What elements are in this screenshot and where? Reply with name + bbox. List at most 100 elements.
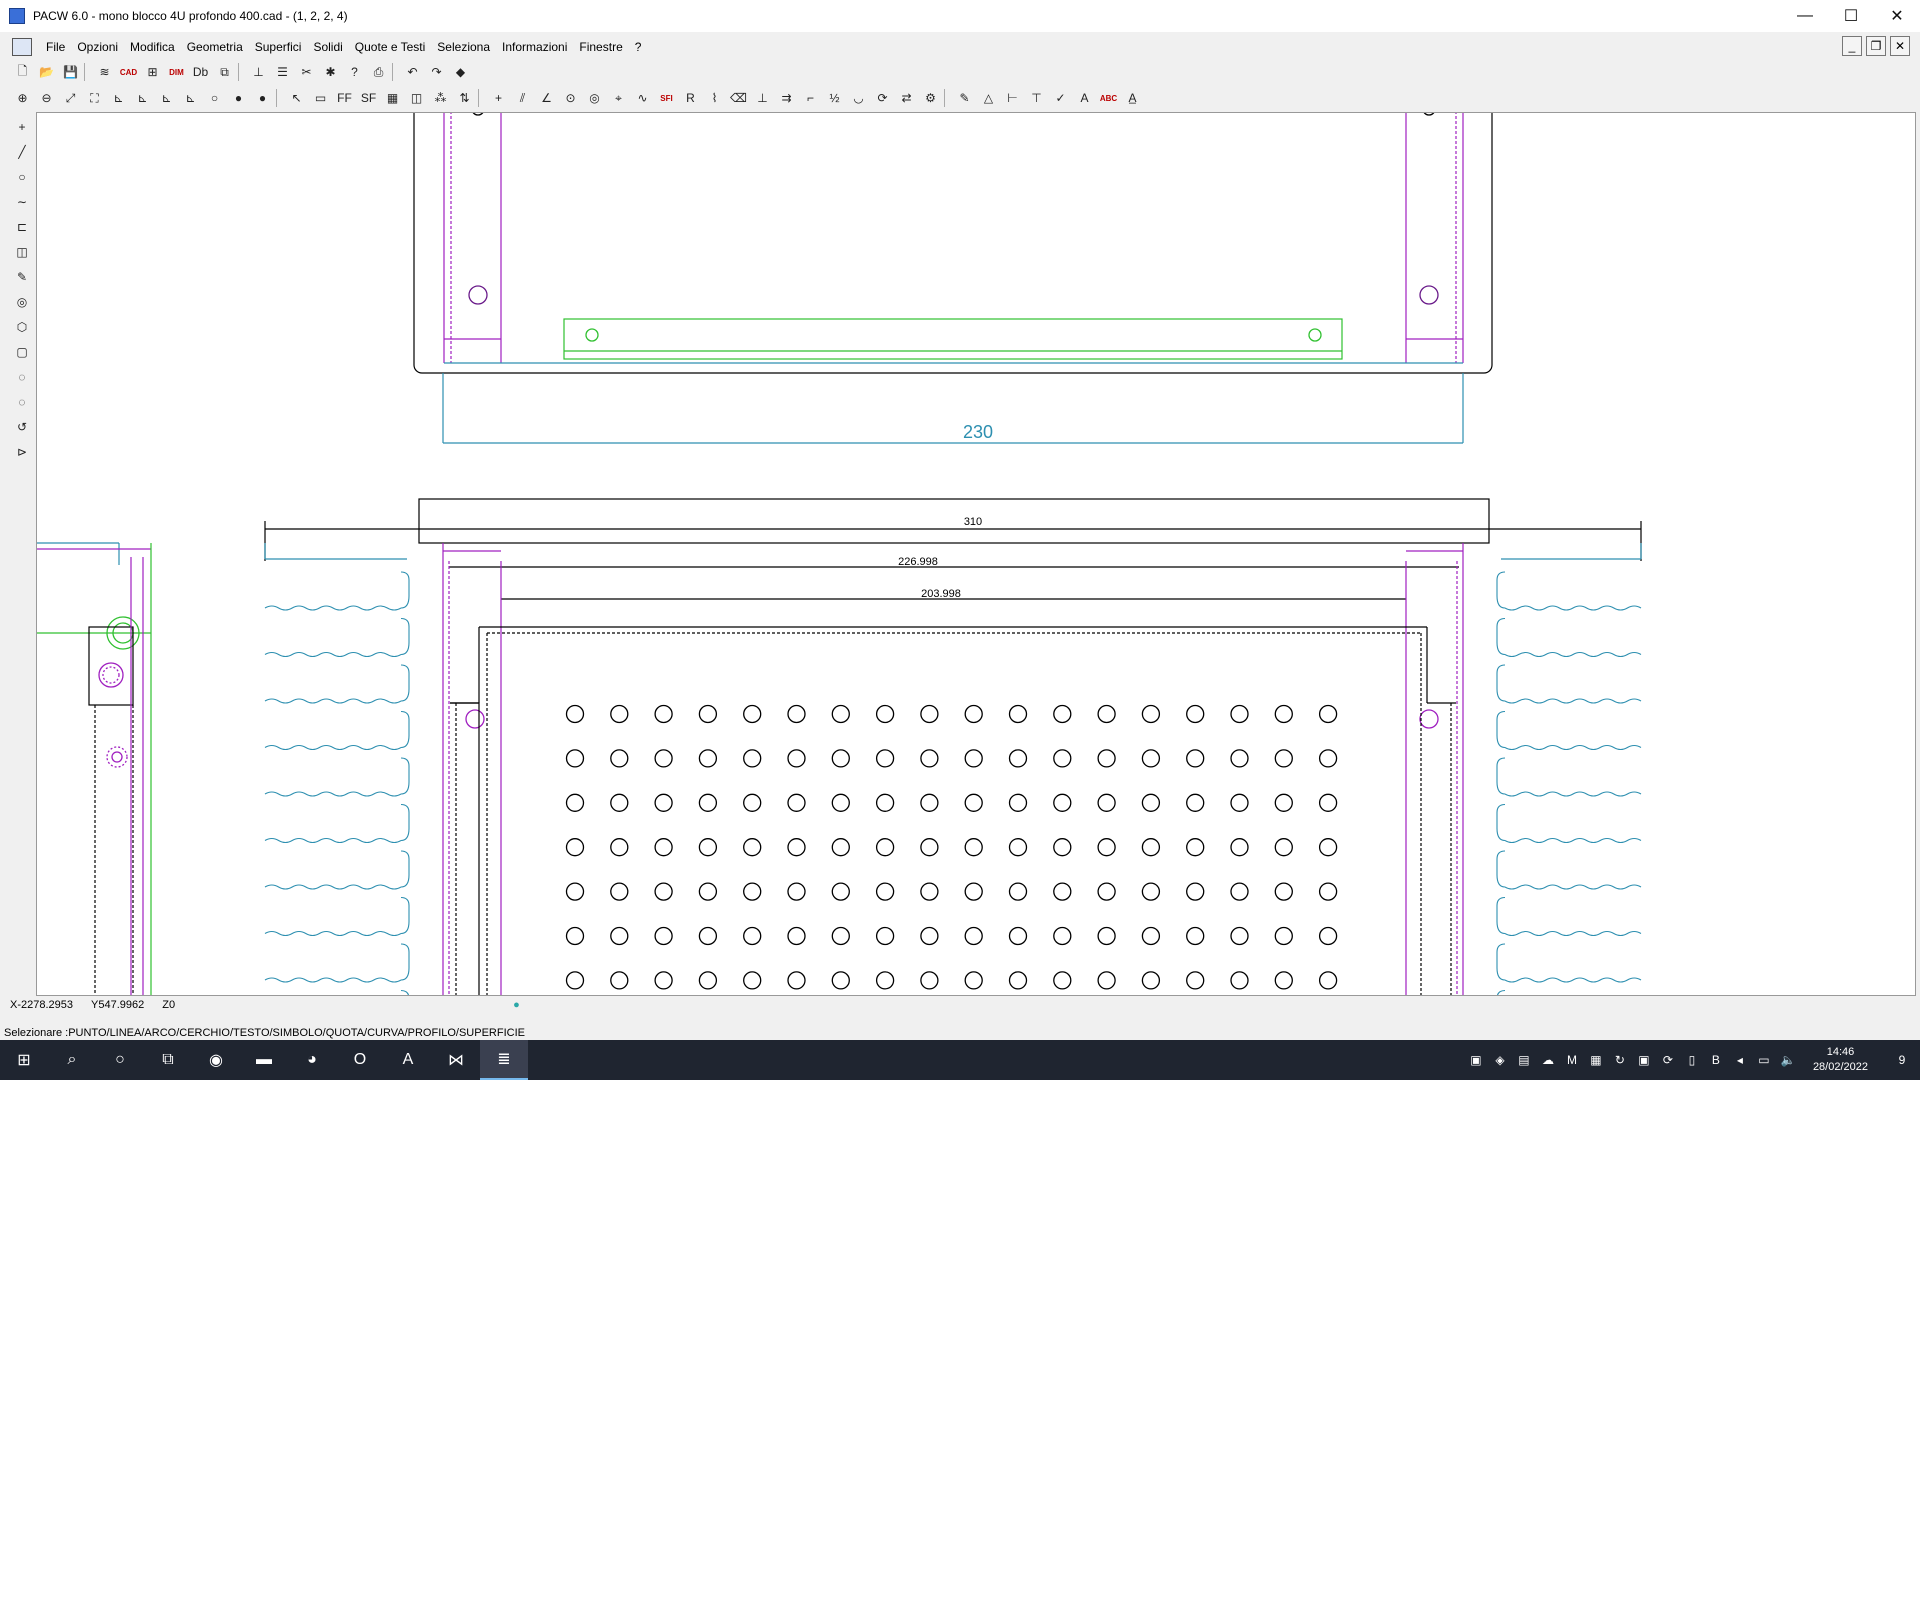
filter-select-icon[interactable]: ⊳: [11, 441, 33, 462]
tray-icon-12[interactable]: ▭: [1755, 1051, 1773, 1069]
drawing-canvas[interactable]: 230 310 226.998 203.998: [36, 112, 1916, 996]
tray-icon-13[interactable]: 🔈: [1779, 1051, 1797, 1069]
axis-icon[interactable]: ⊥: [248, 62, 269, 83]
dim-v-icon[interactable]: ⊤: [1026, 88, 1047, 109]
select-icon[interactable]: ↖: [286, 88, 307, 109]
pen-icon[interactable]: ✎: [954, 88, 975, 109]
view-y-icon[interactable]: ⊾: [132, 88, 153, 109]
sf-icon[interactable]: SF: [358, 88, 379, 109]
firefox-icon[interactable]: ◕: [288, 1040, 336, 1080]
parallel-icon[interactable]: ⫽: [512, 88, 533, 109]
offset-icon[interactable]: ⇉: [776, 88, 797, 109]
edit-text-icon[interactable]: A̲: [1122, 88, 1143, 109]
ff-icon[interactable]: FF: [334, 88, 355, 109]
erase-icon[interactable]: ⌫: [728, 88, 749, 109]
abc-icon[interactable]: ABC: [1098, 88, 1119, 109]
menu-informazioni[interactable]: Informazioni: [496, 40, 573, 54]
dim-icon[interactable]: DIM: [166, 62, 187, 83]
new-icon[interactable]: 🗋: [12, 62, 33, 83]
redo-icon[interactable]: ↷: [426, 62, 447, 83]
mirror-icon[interactable]: ⇄: [896, 88, 917, 109]
mdi-minimize-button[interactable]: _: [1842, 36, 1862, 56]
red-tool-icon[interactable]: ◌: [11, 366, 33, 387]
menu-file[interactable]: File: [40, 40, 71, 54]
tray-icon-10[interactable]: B: [1707, 1051, 1725, 1069]
pencil-tool-icon[interactable]: ✎: [11, 266, 33, 287]
tray-icon-0[interactable]: ▣: [1467, 1051, 1485, 1069]
view-iso-icon[interactable]: ⊾: [180, 88, 201, 109]
circle-tan-icon[interactable]: ◎: [584, 88, 605, 109]
clock[interactable]: 14:46 28/02/2022: [1813, 1045, 1868, 1075]
pacw-icon[interactable]: ≣: [480, 1040, 528, 1080]
tray-icon-1[interactable]: ◈: [1491, 1051, 1509, 1069]
cut-icon[interactable]: ✂: [296, 62, 317, 83]
minimize-button[interactable]: —: [1782, 0, 1828, 32]
menu-modifica[interactable]: Modifica: [124, 40, 181, 54]
autocad-icon[interactable]: A: [384, 1040, 432, 1080]
menu-solidi[interactable]: Solidi: [307, 40, 348, 54]
list-icon[interactable]: ☰: [272, 62, 293, 83]
start-icon[interactable]: ⊞: [0, 1040, 48, 1080]
explode-icon[interactable]: ✱: [320, 62, 341, 83]
document-icon[interactable]: [12, 38, 32, 56]
app-icon[interactable]: [9, 8, 25, 24]
print-icon[interactable]: ⎙: [368, 62, 389, 83]
app-green-icon[interactable]: ⋈: [432, 1040, 480, 1080]
box-icon[interactable]: ◫: [406, 88, 427, 109]
edge-icon[interactable]: ◉: [192, 1040, 240, 1080]
tray-icon-3[interactable]: ☁: [1539, 1051, 1557, 1069]
curve-icon[interactable]: ∿: [632, 88, 653, 109]
cortana-icon[interactable]: ○: [96, 1040, 144, 1080]
angle-icon[interactable]: ∠: [536, 88, 557, 109]
sort-icon[interactable]: ⇅: [454, 88, 475, 109]
shade-icon[interactable]: ●: [228, 88, 249, 109]
menu-help[interactable]: ?: [629, 40, 648, 54]
tray-icon-4[interactable]: M: [1563, 1051, 1581, 1069]
tools-icon[interactable]: ⚙: [920, 88, 941, 109]
mdi-restore-button[interactable]: ❐: [1866, 36, 1886, 56]
cad-icon[interactable]: CAD: [118, 62, 139, 83]
text-icon[interactable]: A: [1074, 88, 1095, 109]
symbol-tool-icon[interactable]: ◎: [11, 291, 33, 312]
close-button[interactable]: ✕: [1874, 0, 1920, 32]
zoom-in-icon[interactable]: ⊕: [12, 88, 33, 109]
undo-icon[interactable]: ↶: [402, 62, 423, 83]
align-icon[interactable]: ⊥: [752, 88, 773, 109]
tray-icon-8[interactable]: ⟳: [1659, 1051, 1677, 1069]
line-tool-icon[interactable]: ╱: [11, 141, 33, 162]
tray-icon-7[interactable]: ▣: [1635, 1051, 1653, 1069]
save-icon[interactable]: 💾: [60, 62, 81, 83]
view-x-icon[interactable]: ⊾: [108, 88, 129, 109]
book-icon[interactable]: ◆: [450, 62, 471, 83]
maximize-button[interactable]: ☐: [1828, 0, 1874, 32]
zoom-all-icon[interactable]: ⛶: [84, 88, 105, 109]
menu-superfici[interactable]: Superfici: [249, 40, 308, 54]
outlook-icon[interactable]: O: [336, 1040, 384, 1080]
tray-icon-11[interactable]: ◂: [1731, 1051, 1749, 1069]
zoom-out-icon[interactable]: ⊖: [36, 88, 57, 109]
render-icon[interactable]: ●: [252, 88, 273, 109]
chamfer-icon[interactable]: ⌐: [800, 88, 821, 109]
tray-icon-9[interactable]: ▯: [1683, 1051, 1701, 1069]
db-icon[interactable]: Db: [190, 62, 211, 83]
dim-h-icon[interactable]: ⊢: [1002, 88, 1023, 109]
measure-icon[interactable]: ⊞: [142, 62, 163, 83]
point-tool-icon[interactable]: +: [11, 116, 33, 137]
menu-geometria[interactable]: Geometria: [181, 40, 249, 54]
help-icon[interactable]: ?: [344, 62, 365, 83]
snap-icon[interactable]: ⌖: [608, 88, 629, 109]
menu-seleziona[interactable]: Seleziona: [431, 40, 496, 54]
arc-icon[interactable]: ◡: [848, 88, 869, 109]
surface-tool-icon[interactable]: ◫: [11, 241, 33, 262]
menu-quote-testi[interactable]: Quote e Testi: [349, 40, 432, 54]
open-icon[interactable]: 📂: [36, 62, 57, 83]
grey-tool-2-icon[interactable]: ↺: [11, 416, 33, 437]
frame-tool-icon[interactable]: ▢: [11, 341, 33, 362]
tray-icon-6[interactable]: ↻: [1611, 1051, 1629, 1069]
mdi-close-button[interactable]: ✕: [1890, 36, 1910, 56]
zoom-window-icon[interactable]: ⤢: [60, 88, 81, 109]
layers-icon[interactable]: ≋: [94, 62, 115, 83]
sfi-icon[interactable]: SFI: [656, 88, 677, 109]
triangle-icon[interactable]: △: [978, 88, 999, 109]
grey-tool-1-icon[interactable]: ◌: [11, 391, 33, 412]
